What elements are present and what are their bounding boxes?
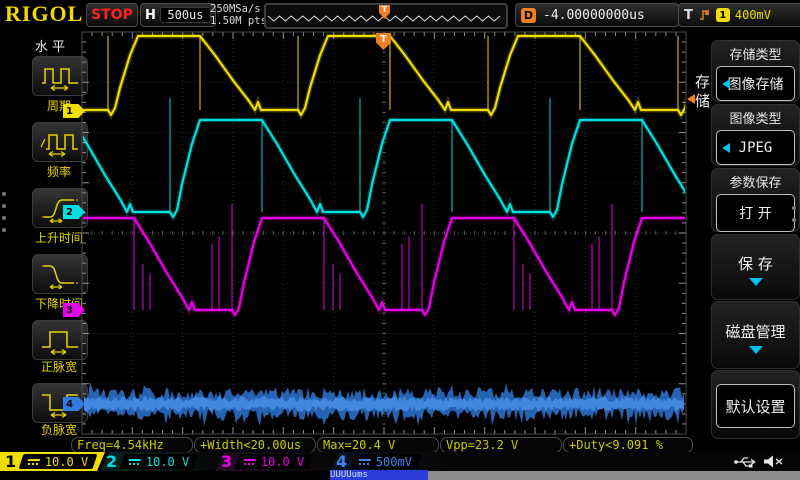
image-type-header: 图像类型 <box>712 105 799 127</box>
right-page-dot <box>792 218 796 222</box>
dc-coupling-icon <box>129 458 141 466</box>
storage-type-section: 存储类型 图像存储 <box>711 40 800 102</box>
dc-coupling-icon <box>28 458 40 466</box>
channel-3-scale: 10.0 V <box>261 455 304 469</box>
usb-icon <box>733 454 759 469</box>
disk-manage-button[interactable]: 磁盘管理 <box>711 301 800 369</box>
measurement-freq: Freq=4.54kHz <box>71 437 193 453</box>
param-save-header: 参数保存 <box>712 169 799 191</box>
bottom-gray-strip <box>428 471 800 480</box>
dc-coupling-icon <box>359 458 371 466</box>
right-page-dot <box>792 206 796 210</box>
oscilloscope-screen: RIGOL STOP H 500us 250MSa/s 1.50M pts T … <box>0 0 800 480</box>
chevron-down-icon <box>749 346 763 354</box>
channel-4-cell[interactable]: 4 500mV <box>331 452 450 471</box>
measurement-duty: +Duty<9.091 % <box>563 437 693 453</box>
channel-status-bar: 1 10.0 V 2 10.0 V 3 10.0 V 4 500mV <box>0 452 800 471</box>
waveform-display <box>0 0 800 480</box>
chevron-down-icon <box>749 278 763 286</box>
param-save-section: 参数保存 打 开 <box>711 168 800 232</box>
measurement-max: Max=20.4 V <box>317 437 439 453</box>
channel-1-scale: 10.0 V <box>45 455 88 469</box>
left-arrow-icon <box>722 143 730 153</box>
storage-type-header: 存储类型 <box>712 41 799 63</box>
channel-4-scale: 500mV <box>376 455 412 469</box>
speaker-muted-icon <box>762 454 784 469</box>
default-setup-button[interactable]: 默认设置 <box>716 384 795 428</box>
channel-2-scale: 10.0 V <box>146 455 189 469</box>
image-type-button[interactable]: JPEG <box>716 130 795 165</box>
left-arrow-icon <box>722 79 730 89</box>
channel-1-cell[interactable]: 1 10.0 V <box>0 452 105 471</box>
image-type-section: 图像类型 JPEG <box>711 104 800 166</box>
channel-2-cell[interactable]: 2 10.0 V <box>101 452 220 471</box>
default-setup-section: 默认设置 <box>711 370 800 439</box>
channel-3-cell[interactable]: 3 10.0 V <box>216 452 335 471</box>
glitch-text-fragment: UUUUums <box>330 470 428 480</box>
dc-coupling-icon <box>244 458 256 466</box>
storage-menu-tab[interactable]: 存储 <box>688 58 710 128</box>
measurement-width: +Width<20.00us <box>194 437 316 453</box>
storage-type-button[interactable]: 图像存储 <box>716 66 795 101</box>
param-save-open-button[interactable]: 打 开 <box>716 194 795 232</box>
save-button[interactable]: 保 存 <box>711 234 800 300</box>
measurement-vpp: Vpp=23.2 V <box>440 437 562 453</box>
